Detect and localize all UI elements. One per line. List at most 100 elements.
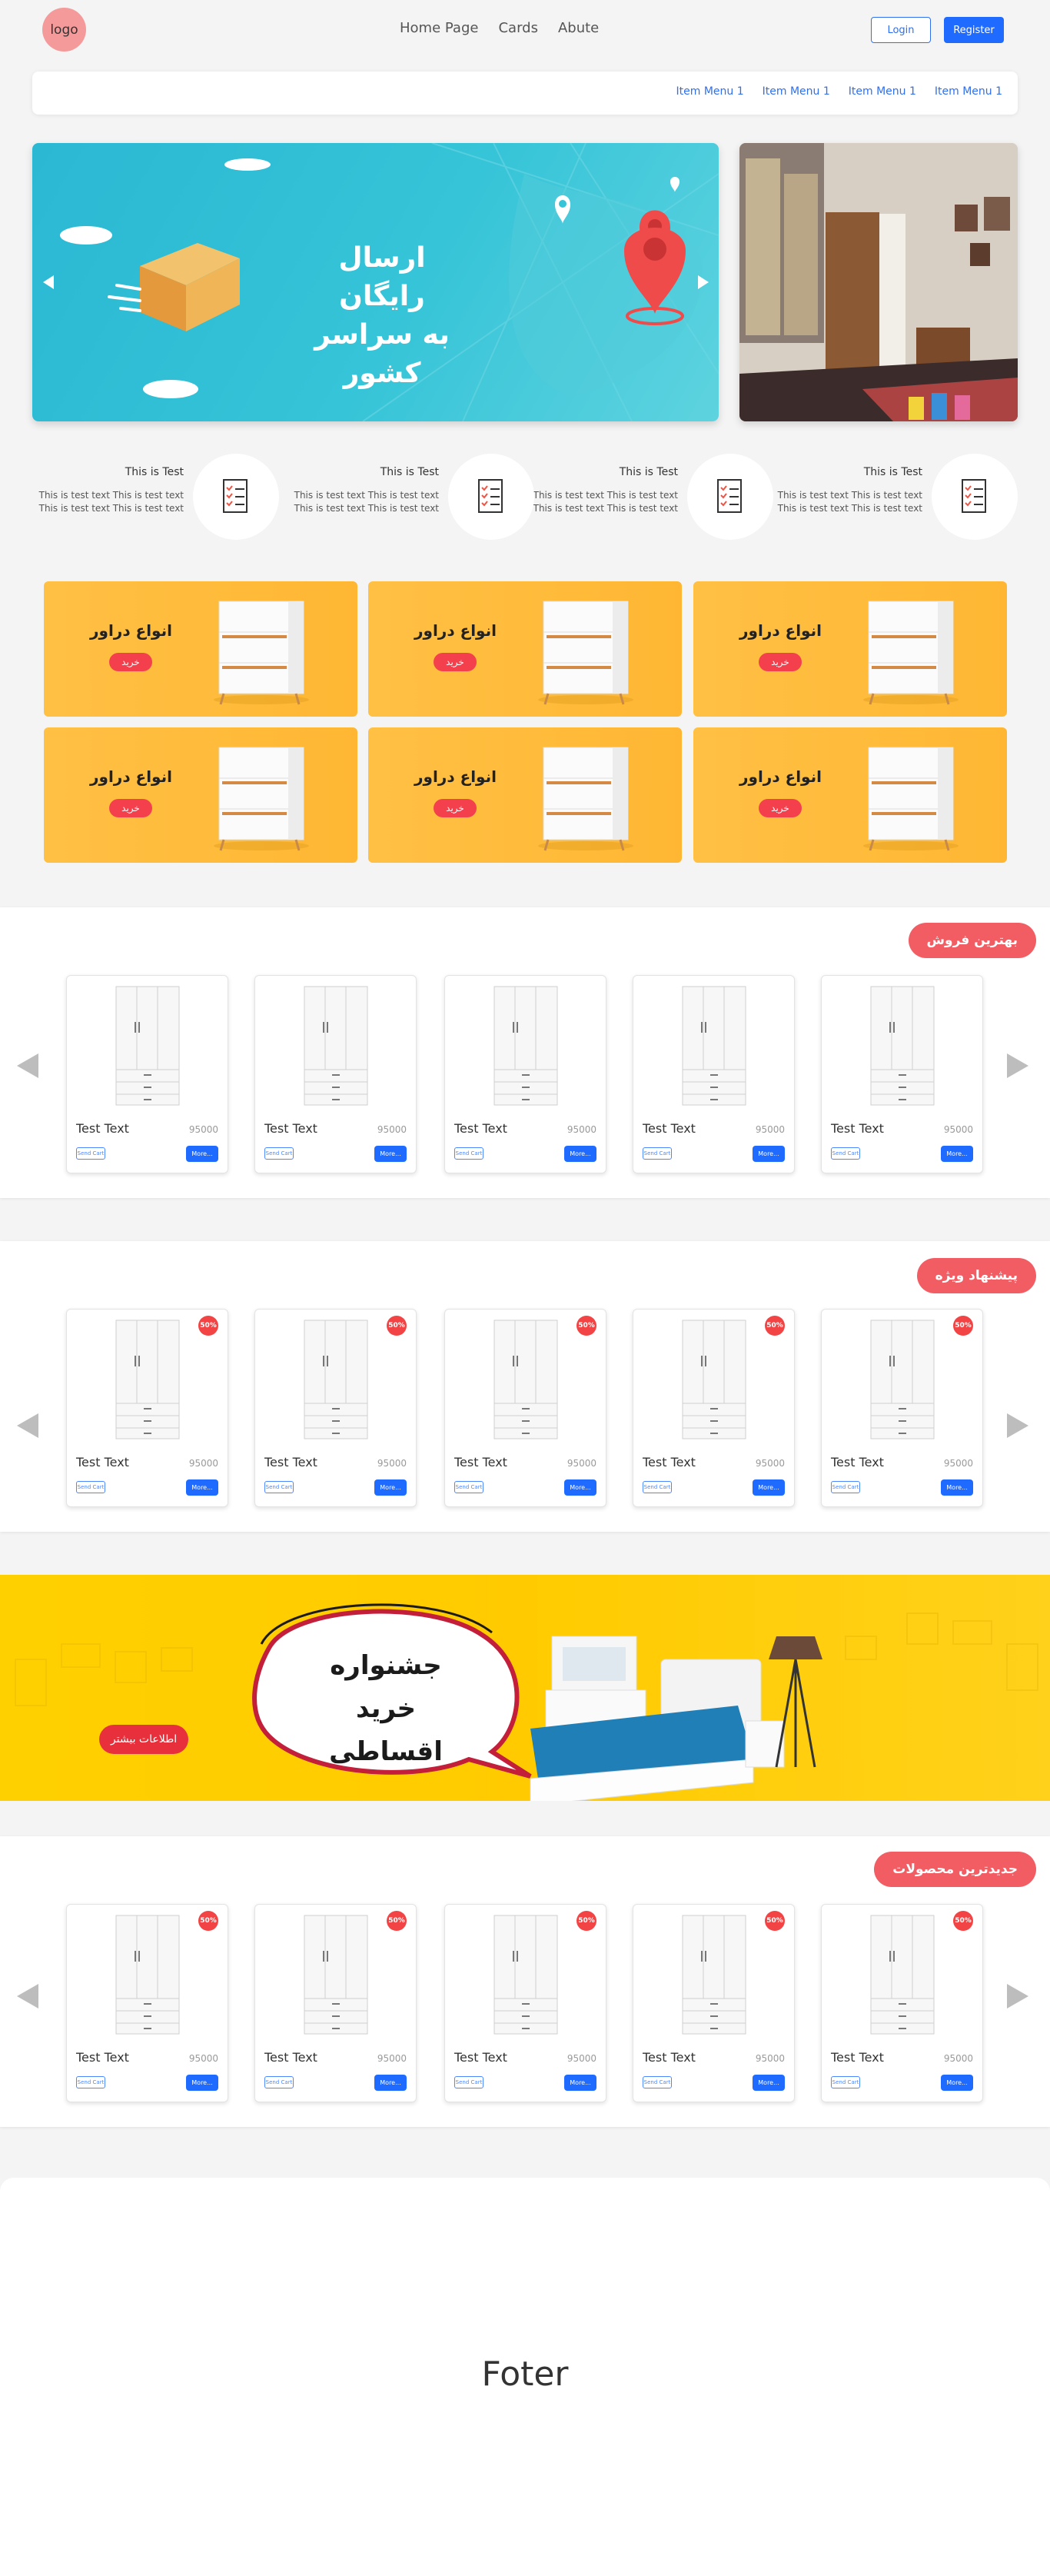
wardrobe-image: [870, 1915, 935, 2035]
more-button[interactable]: More...: [186, 1146, 218, 1162]
send-cart-button[interactable]: Send Cart: [76, 1481, 105, 1493]
product-card[interactable]: Test Text 95000 Send Cart More...: [821, 975, 983, 1173]
more-button[interactable]: More...: [564, 2075, 596, 2091]
buy-button[interactable]: خرید: [434, 799, 477, 817]
installment-banner[interactable]: جشنواره خرید اقساطی: [0, 1575, 1050, 1801]
feature-title: This is Test: [863, 466, 922, 478]
menu-item[interactable]: Item Menu 1: [676, 85, 744, 98]
menu-item[interactable]: Item Menu 1: [763, 85, 830, 98]
more-button[interactable]: More...: [186, 1479, 218, 1496]
hero-title-line1: ارسال رایگان: [338, 242, 426, 312]
product-price: 95000: [377, 1458, 407, 1469]
menu-item[interactable]: Item Menu 1: [849, 85, 916, 98]
more-button[interactable]: More...: [374, 1146, 407, 1162]
category-card[interactable]: انواع دراور خرید: [693, 727, 1007, 863]
send-cart-button[interactable]: Send Cart: [76, 2076, 105, 2088]
wardrobe-image: [115, 1915, 180, 2035]
category-card[interactable]: انواع دراور خرید: [368, 727, 682, 863]
more-button[interactable]: More...: [941, 1479, 973, 1496]
more-button[interactable]: More...: [753, 1479, 785, 1496]
carousel-prev-icon[interactable]: [17, 1984, 38, 2009]
buy-button[interactable]: خرید: [759, 799, 802, 817]
send-cart-button[interactable]: Send Cart: [831, 1481, 860, 1493]
discount-badge: 50%: [953, 1316, 973, 1336]
more-button[interactable]: More...: [564, 1479, 596, 1496]
send-cart-button[interactable]: Send Cart: [264, 1147, 294, 1160]
buy-button[interactable]: خرید: [434, 653, 477, 671]
send-cart-button[interactable]: Send Cart: [264, 1481, 294, 1493]
product-card[interactable]: Test Text 95000 Send Cart More... 50%: [633, 1309, 795, 1507]
product-card[interactable]: Test Text 95000 Send Cart More... 50%: [66, 1904, 228, 2102]
register-button[interactable]: Register: [944, 17, 1004, 43]
drawer-image: [538, 601, 633, 705]
category-card[interactable]: انواع دراور خرید: [44, 727, 357, 863]
wardrobe-image: [493, 1320, 558, 1439]
product-card[interactable]: Test Text 95000 Send Cart More... 50%: [254, 1904, 417, 2102]
discount-badge: 50%: [765, 1911, 785, 1931]
nav-home[interactable]: Home Page: [400, 20, 478, 36]
carousel-prev-icon[interactable]: [17, 1053, 38, 1078]
product-card[interactable]: Test Text 95000 Send Cart More...: [633, 975, 795, 1173]
product-card[interactable]: Test Text 95000 Send Cart More...: [444, 975, 606, 1173]
carousel-next-icon[interactable]: [1007, 1984, 1028, 2009]
more-button[interactable]: More...: [753, 2075, 785, 2091]
more-button[interactable]: More...: [374, 1479, 407, 1496]
send-cart-button[interactable]: Send Cart: [831, 2076, 860, 2088]
category-card[interactable]: انواع دراور خرید: [368, 581, 682, 717]
product-card[interactable]: Test Text 95000 Send Cart More... 50%: [821, 1309, 983, 1507]
category-title: انواع دراور: [90, 767, 172, 786]
buy-button[interactable]: خرید: [109, 799, 152, 817]
product-card[interactable]: Test Text 95000 Send Cart More... 50%: [821, 1904, 983, 2102]
product-name: Test Text: [76, 1455, 129, 1469]
send-cart-button[interactable]: Send Cart: [831, 1147, 860, 1160]
send-cart-button[interactable]: Send Cart: [264, 2076, 294, 2088]
section-title: بهترین فروش: [908, 923, 1036, 958]
send-cart-button[interactable]: Send Cart: [454, 2076, 483, 2088]
wardrobe-image: [493, 986, 558, 1106]
nav-about[interactable]: Abute: [558, 20, 599, 36]
send-cart-button[interactable]: Send Cart: [76, 1147, 105, 1160]
category-card[interactable]: انواع دراور خرید: [44, 581, 357, 717]
carousel-next-icon[interactable]: [1007, 1053, 1028, 1078]
send-cart-button[interactable]: Send Cart: [454, 1147, 483, 1160]
product-card[interactable]: Test Text 95000 Send Cart More... 50%: [254, 1309, 417, 1507]
more-button[interactable]: More...: [753, 1146, 785, 1162]
wardrobe-image: [682, 1915, 746, 2035]
more-button[interactable]: More...: [564, 1146, 596, 1162]
product-card[interactable]: Test Text 95000 Send Cart More...: [254, 975, 417, 1173]
nav-links: Home Page Cards Abute: [400, 20, 599, 36]
send-cart-button[interactable]: Send Cart: [643, 2076, 672, 2088]
nav-cards[interactable]: Cards: [498, 20, 538, 36]
more-info-button[interactable]: اطلاعات بیشتر: [99, 1725, 188, 1754]
send-cart-button[interactable]: Send Cart: [643, 1481, 672, 1493]
carousel-next-icon[interactable]: [1007, 1413, 1028, 1438]
product-name: Test Text: [643, 2050, 696, 2065]
product-price: 95000: [943, 1124, 973, 1135]
discount-badge: 50%: [198, 1911, 218, 1931]
wardrobe-image: [115, 986, 180, 1106]
product-card[interactable]: Test Text 95000 Send Cart More... 50%: [444, 1904, 606, 2102]
product-name: Test Text: [454, 1121, 507, 1136]
product-card[interactable]: Test Text 95000 Send Cart More...: [66, 975, 228, 1173]
carousel-prev-icon[interactable]: [17, 1413, 38, 1438]
product-card[interactable]: Test Text 95000 Send Cart More... 50%: [633, 1904, 795, 2102]
login-button[interactable]: Login: [871, 17, 931, 43]
category-card[interactable]: انواع دراور خرید: [693, 581, 1007, 717]
best-sellers-section: بهترین فروش Test Text 95000 Send Cart More.…: [0, 907, 1050, 1198]
product-name: Test Text: [264, 1455, 317, 1469]
send-cart-button[interactable]: Send Cart: [454, 1481, 483, 1493]
more-button[interactable]: More...: [374, 2075, 407, 2091]
product-name: Test Text: [76, 1121, 129, 1136]
more-button[interactable]: More...: [941, 2075, 973, 2091]
menu-item[interactable]: Item Menu 1: [935, 85, 1002, 98]
buy-button[interactable]: خرید: [759, 653, 802, 671]
logo[interactable]: logo: [42, 8, 86, 52]
buy-button[interactable]: خرید: [109, 653, 152, 671]
hero-side-banner[interactable]: [739, 143, 1018, 421]
more-button[interactable]: More...: [941, 1146, 973, 1162]
product-card[interactable]: Test Text 95000 Send Cart More... 50%: [66, 1309, 228, 1507]
more-button[interactable]: More...: [186, 2075, 218, 2091]
hero-slider[interactable]: ارسال رایگان به سراسر کشور: [32, 143, 719, 421]
product-card[interactable]: Test Text 95000 Send Cart More... 50%: [444, 1309, 606, 1507]
send-cart-button[interactable]: Send Cart: [643, 1147, 672, 1160]
